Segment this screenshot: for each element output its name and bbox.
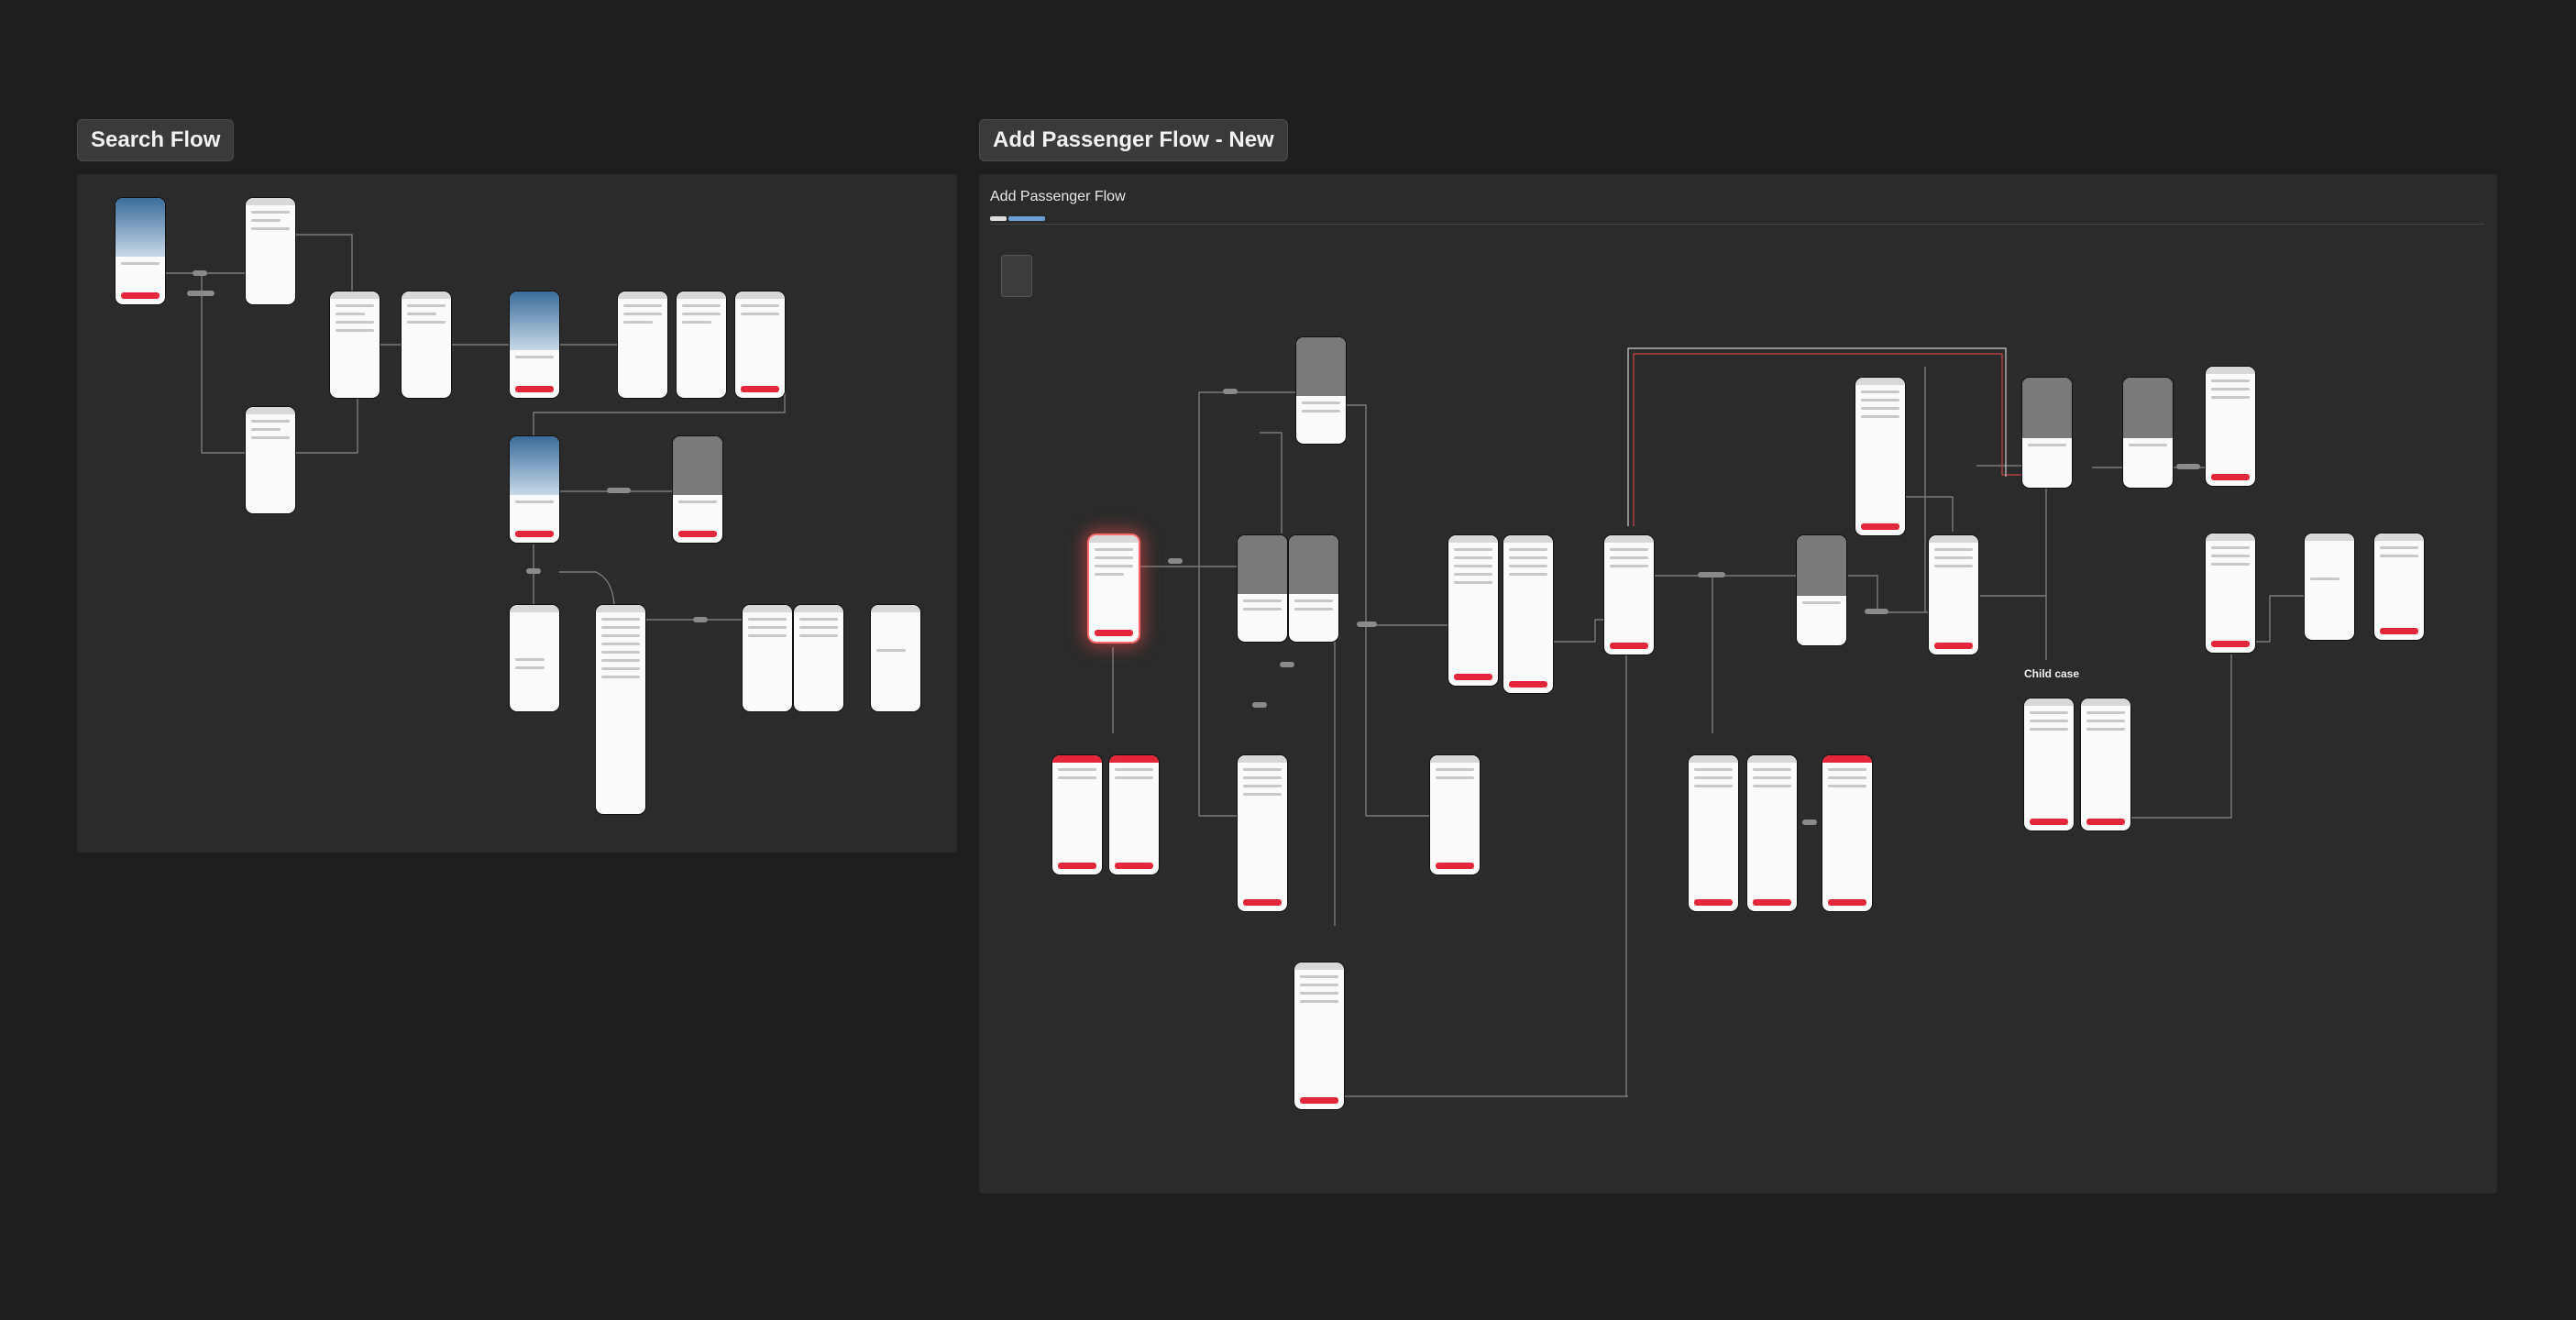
passenger-form[interactable] — [1238, 755, 1287, 911]
calendar-screen-2[interactable] — [677, 292, 726, 398]
flow-pill — [693, 617, 708, 622]
add-info-top-form[interactable] — [1855, 378, 1905, 535]
add-passenger-flow-label[interactable]: Add Passenger Flow - New — [979, 119, 1288, 161]
loading-spinner-screen[interactable] — [2305, 534, 2354, 640]
results-list-screen[interactable] — [596, 605, 645, 814]
passenger-form-bottom[interactable] — [1294, 962, 1344, 1109]
error-state-screen[interactable] — [1052, 755, 1102, 874]
to-search-screen[interactable] — [246, 407, 295, 513]
error-state-screen-2[interactable] — [1109, 755, 1159, 874]
flow-pill — [1280, 662, 1294, 667]
add-info-form-2[interactable] — [1503, 535, 1553, 693]
home-dates-screen[interactable] — [510, 436, 559, 543]
legend-chip — [990, 216, 1007, 221]
flow-pill — [1698, 572, 1725, 578]
child-form[interactable] — [2024, 698, 2074, 830]
search-flow-label[interactable]: Search Flow — [77, 119, 235, 161]
confirmation-screen[interactable] — [2374, 534, 2424, 640]
flow-pill — [1357, 622, 1377, 627]
edit-passenger-sheet[interactable] — [1797, 535, 1846, 645]
edit-form-2[interactable] — [1747, 755, 1797, 911]
add-passenger-sheet-2[interactable] — [1289, 535, 1338, 642]
board-divider — [990, 224, 2484, 225]
passenger-list-updated[interactable] — [1929, 535, 1978, 654]
flow-pill — [1223, 389, 1238, 394]
passenger-summary[interactable] — [2206, 534, 2255, 653]
flow-pill — [607, 488, 631, 493]
calendar-screen-3[interactable] — [735, 292, 785, 398]
results-filter-screen[interactable] — [743, 605, 792, 711]
note-card[interactable] — [1001, 255, 1032, 297]
loading-screen[interactable] — [510, 605, 559, 711]
flow-pill — [526, 568, 541, 574]
results-filter-screen-2[interactable] — [794, 605, 843, 711]
passenger-details-alt[interactable] — [1430, 755, 1480, 874]
edit-form-error[interactable] — [1822, 755, 1872, 911]
flow-pill — [1168, 558, 1183, 564]
add-passenger-sheet[interactable] — [1238, 535, 1287, 642]
no-results-screen[interactable] — [871, 605, 920, 711]
passenger-sheet-screen[interactable] — [673, 436, 722, 543]
confirm-sheet-2[interactable] — [2123, 378, 2173, 488]
edit-form[interactable] — [1689, 755, 1738, 911]
home-screen[interactable] — [116, 198, 165, 304]
passenger-summary-top[interactable] — [2206, 367, 2255, 486]
flow-pill — [1802, 820, 1817, 825]
from-search-screen[interactable] — [246, 198, 295, 304]
calendar-screen[interactable] — [618, 292, 667, 398]
board-title: Add Passenger Flow — [990, 189, 1126, 204]
legend-chip-blue — [1008, 216, 1045, 221]
flow-pill — [1252, 702, 1267, 708]
child-case-label: Child case — [2024, 667, 2080, 680]
flow-pill — [193, 270, 207, 276]
passenger-list-screen[interactable] — [1604, 535, 1654, 654]
child-form-2[interactable] — [2081, 698, 2130, 830]
airport-list-screen-2[interactable] — [402, 292, 451, 398]
airport-list-screen[interactable] — [330, 292, 380, 398]
flow-pill — [2176, 464, 2200, 469]
select-passenger-sheet[interactable] — [1296, 337, 1346, 444]
add-passenger-flow-board[interactable] — [979, 174, 2497, 1194]
flow-pill — [1865, 609, 1888, 614]
home-filled-screen[interactable] — [510, 292, 559, 398]
flow-pill — [187, 291, 215, 296]
add-info-form[interactable] — [1448, 535, 1498, 686]
passenger-details-screen[interactable] — [1089, 535, 1139, 642]
confirm-sheet[interactable] — [2022, 378, 2072, 488]
